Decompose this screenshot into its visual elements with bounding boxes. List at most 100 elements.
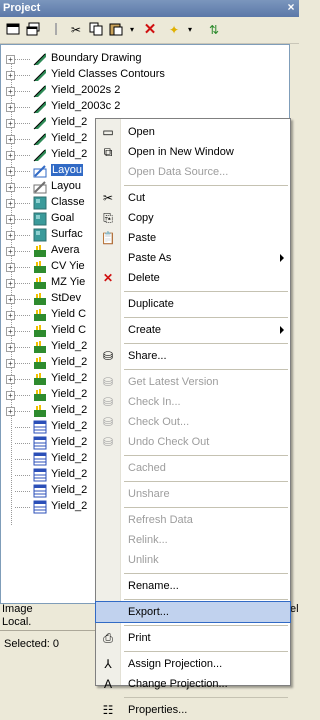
expand-icon[interactable]: + bbox=[6, 391, 15, 400]
add-icon[interactable]: ✦ bbox=[166, 22, 182, 38]
tree-item[interactable]: + Yield_2002s 2 bbox=[1, 83, 289, 99]
expand-icon[interactable]: + bbox=[6, 327, 15, 336]
tree-item-label: Yield_2 bbox=[51, 148, 88, 160]
menu-item-open[interactable]: ▭ Open bbox=[96, 122, 290, 142]
expand-icon[interactable]: + bbox=[6, 231, 15, 240]
tree-item-label: Yield_2 bbox=[51, 500, 88, 512]
expand-icon[interactable]: + bbox=[6, 87, 15, 96]
assign-projection-icon: ⅄ bbox=[104, 657, 112, 671]
menu-item-create[interactable]: Create bbox=[96, 320, 290, 340]
submenu-arrow-icon bbox=[280, 254, 284, 262]
menu-item-label: Cached bbox=[128, 462, 166, 474]
refresh-icon[interactable]: ⇅ bbox=[206, 22, 222, 38]
menu-item-label: Check In... bbox=[128, 396, 181, 408]
tree-item-label: Layou bbox=[51, 180, 81, 192]
expand-icon[interactable]: + bbox=[6, 199, 15, 208]
new-window-icon[interactable] bbox=[5, 22, 21, 38]
tree-connector bbox=[15, 139, 30, 140]
tree-connector bbox=[15, 155, 30, 156]
expand-icon[interactable]: + bbox=[6, 167, 15, 176]
tree-connector bbox=[15, 507, 30, 508]
tree-connector bbox=[15, 347, 30, 348]
menu-item-unshare: Unshare bbox=[96, 484, 290, 504]
menu-item-copy[interactable]: ⎘ Copy bbox=[96, 208, 290, 228]
menu-item-share[interactable]: ⛁ Share... bbox=[96, 346, 290, 366]
table-icon bbox=[33, 388, 47, 402]
tree-item[interactable]: + Boundary Drawing bbox=[1, 51, 289, 67]
checkin-icon: ⛁ bbox=[102, 395, 114, 409]
tree-connector bbox=[15, 235, 30, 236]
tree-connector bbox=[15, 315, 30, 316]
grid-icon bbox=[33, 452, 47, 466]
menu-item-rename[interactable]: Rename... bbox=[96, 576, 290, 596]
new-window-icon: ⧉ bbox=[103, 145, 113, 159]
pane-title: Project bbox=[3, 2, 41, 14]
tree-item[interactable]: + Yield Classes Contours bbox=[1, 67, 289, 83]
tree-item-label: Yield_2 bbox=[51, 132, 88, 144]
tree-connector bbox=[15, 187, 30, 188]
paste-dropdown-icon[interactable]: ▾ bbox=[124, 22, 140, 38]
expand-icon[interactable]: + bbox=[6, 263, 15, 272]
print-icon: ⎙ bbox=[103, 631, 113, 645]
drawing-icon bbox=[33, 148, 47, 162]
tree-item-label: Avera bbox=[51, 244, 80, 256]
expand-icon[interactable]: + bbox=[6, 215, 15, 224]
paste-icon[interactable] bbox=[108, 22, 124, 38]
close-icon[interactable]: × bbox=[285, 1, 297, 14]
restore-icon[interactable] bbox=[25, 22, 41, 38]
menu-item-paste[interactable]: 📋 Paste bbox=[96, 228, 290, 248]
menu-item-label: Paste bbox=[128, 232, 157, 244]
tree-connector bbox=[15, 219, 30, 220]
menu-separator bbox=[124, 343, 288, 344]
tree-connector bbox=[15, 491, 30, 492]
expand-icon[interactable]: + bbox=[6, 375, 15, 384]
tree-item-label: Classe bbox=[51, 196, 85, 208]
expand-icon[interactable]: + bbox=[6, 55, 15, 64]
menu-separator bbox=[124, 317, 288, 318]
share-icon: ⛁ bbox=[102, 349, 114, 363]
expand-icon[interactable]: + bbox=[6, 343, 15, 352]
expand-icon[interactable]: + bbox=[6, 311, 15, 320]
expand-icon[interactable]: + bbox=[6, 71, 15, 80]
menu-item-change-projection[interactable]: A Change Projection... bbox=[96, 674, 290, 694]
drawing-icon bbox=[33, 84, 47, 98]
menu-item-print[interactable]: ⎙ Print bbox=[96, 628, 290, 648]
expand-icon[interactable]: + bbox=[6, 247, 15, 256]
menu-item-properties[interactable]: ☷ Properties... bbox=[96, 700, 290, 720]
tree-item-label: Yield_2 bbox=[51, 388, 88, 400]
menu-item-cut[interactable]: ✂ Cut bbox=[96, 188, 290, 208]
menu-item-duplicate[interactable]: Duplicate bbox=[96, 294, 290, 314]
table-icon bbox=[33, 404, 47, 418]
expand-icon[interactable]: + bbox=[6, 183, 15, 192]
add-dropdown-icon[interactable]: ▾ bbox=[182, 22, 198, 38]
menu-item-assign-projection[interactable]: ⅄ Assign Projection... bbox=[96, 654, 290, 674]
menu-item-paste-as[interactable]: Paste As bbox=[96, 248, 290, 268]
expand-icon[interactable]: + bbox=[6, 295, 15, 304]
pin-icon[interactable] bbox=[48, 22, 64, 38]
cut-icon: ✂ bbox=[102, 191, 114, 205]
tree-item-label: Yield_2002s 2 bbox=[51, 84, 121, 96]
delete-icon[interactable]: ✕ bbox=[142, 22, 158, 38]
table-icon bbox=[33, 356, 47, 370]
expand-icon[interactable]: + bbox=[6, 135, 15, 144]
expand-icon[interactable]: + bbox=[6, 119, 15, 128]
table-icon bbox=[33, 324, 47, 338]
menu-item-export[interactable]: Export... bbox=[95, 601, 291, 623]
submenu-arrow-icon bbox=[280, 326, 284, 334]
menu-item-label: Unlink bbox=[128, 554, 159, 566]
expand-icon[interactable]: + bbox=[6, 151, 15, 160]
menu-item-open-in-new-window[interactable]: ⧉ Open in New Window bbox=[96, 142, 290, 162]
expand-icon[interactable]: + bbox=[6, 279, 15, 288]
cut-icon[interactable]: ✂ bbox=[68, 22, 84, 38]
image-icon bbox=[33, 228, 47, 242]
menu-separator bbox=[124, 481, 288, 482]
menu-item-delete[interactable]: ✕ Delete bbox=[96, 268, 290, 288]
copy-icon[interactable] bbox=[88, 22, 104, 38]
expand-icon[interactable]: + bbox=[6, 103, 15, 112]
expand-icon[interactable]: + bbox=[6, 407, 15, 416]
menu-separator bbox=[124, 625, 288, 626]
tree-item[interactable]: + Yield_2003c 2 bbox=[1, 99, 289, 115]
expand-icon[interactable]: + bbox=[6, 359, 15, 368]
tree-connector bbox=[15, 299, 30, 300]
tree-item-label: Yield_2003c 2 bbox=[51, 100, 121, 112]
